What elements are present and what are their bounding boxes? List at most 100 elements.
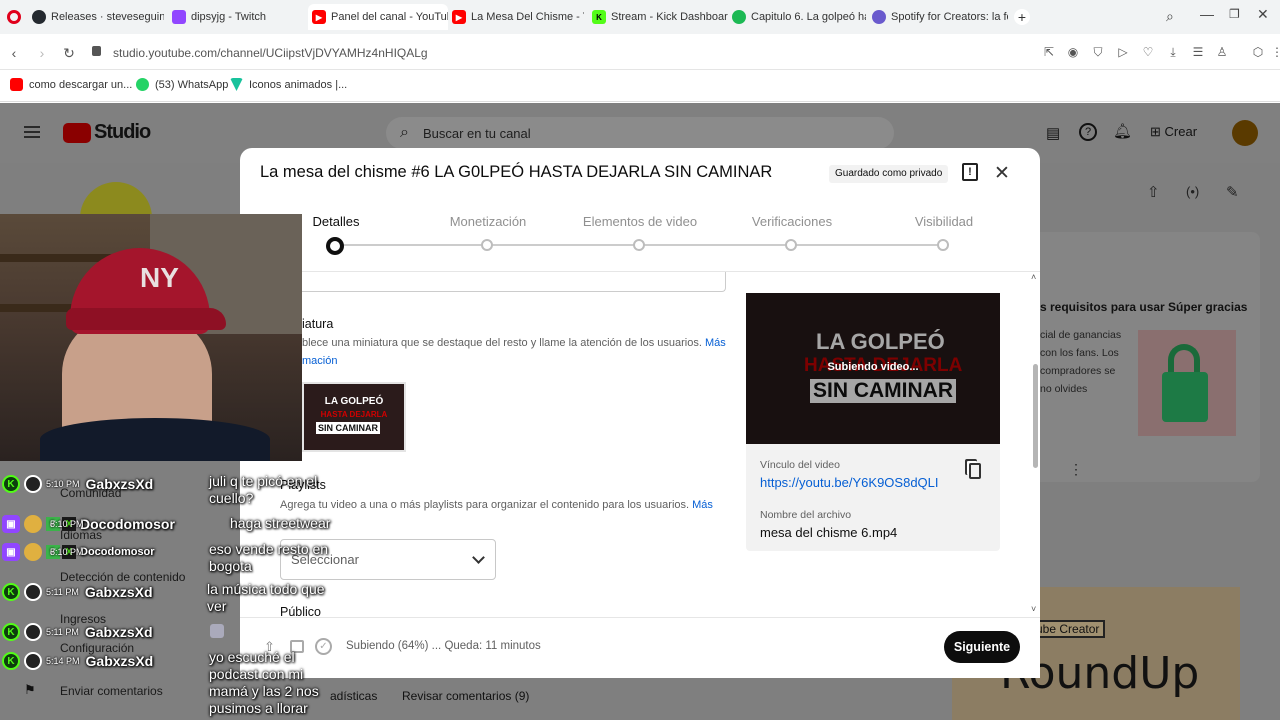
create-button[interactable]: ⊞ Crear <box>1150 124 1197 140</box>
profile-icon[interactable]: ♙ <box>1213 43 1231 61</box>
avatar-icon <box>24 623 42 641</box>
kick-icon: K <box>2 652 20 670</box>
upload-status-text: Subiendo (64%) ... Queda: 11 minutos <box>346 640 541 652</box>
report-issue-icon[interactable]: ! <box>962 163 978 181</box>
feedback-icon[interactable]: ▤ <box>1046 124 1060 142</box>
thumbnail-description: blece una miniatura que se destaque del … <box>302 337 726 349</box>
studio-search-input[interactable]: ⌕ Buscar en tu canal <box>386 117 894 149</box>
chat-message: ▣ ✓ X Docodomosor <box>2 514 175 534</box>
copy-icon[interactable] <box>969 463 981 479</box>
heart-icon[interactable]: ♡ <box>1139 43 1157 61</box>
more-options-icon[interactable]: ⋮ <box>1069 461 1083 478</box>
studio-logo[interactable]: Studio <box>63 121 151 144</box>
menu-icon[interactable]: ⋮ <box>1268 43 1280 61</box>
uploading-overlay-text: Subiendo video... <box>827 361 919 373</box>
thumbnail-option[interactable]: LA GOLPEÓ HASTA DEJARLA SIN CAMINAR <box>302 382 406 452</box>
webcam-overlay: NY <box>0 214 302 461</box>
spotify-creators-icon <box>872 10 886 24</box>
spotify-icon <box>732 10 746 24</box>
video-preview[interactable]: LA GOLPEÓ HASTA DEJARLA SIN CAMINAR Subi… <box>746 293 1000 444</box>
youtube-logo-icon <box>63 122 91 143</box>
download-icon[interactable]: ⤓ <box>1164 43 1182 61</box>
learn-more-link[interactable]: mación <box>302 355 337 367</box>
step-dot <box>633 239 645 251</box>
scrollbar-thumb[interactable] <box>1033 364 1038 468</box>
bookmark-item[interactable]: como descargar un... <box>10 78 132 91</box>
browser-tab-mesa-chisme[interactable]: ▶ La Mesa Del Chisme - You <box>448 4 584 30</box>
forward-icon[interactable]: › <box>32 43 52 63</box>
avatar[interactable] <box>1232 120 1258 146</box>
bg-tab-estadisticas[interactable]: adísticas <box>330 689 377 703</box>
minimize-icon[interactable]: — <box>1200 6 1214 22</box>
browser-tab-spotify-creators[interactable]: Spotify for Creators: la for <box>868 4 1008 30</box>
url-field[interactable]: studio.youtube.com/channel/UCiipstVjDVYA… <box>113 40 1053 66</box>
chat-text: haga streetwear <box>230 515 331 531</box>
github-icon <box>32 10 46 24</box>
step-elementos[interactable]: Elementos de video <box>570 214 710 229</box>
twitch-icon: ▣ <box>2 543 20 561</box>
sidebar-item-enviar-comentarios[interactable]: Enviar comentarios <box>60 684 163 698</box>
maximize-icon[interactable]: ❐ <box>1229 7 1240 21</box>
card-line: cial de ganancias <box>1040 329 1122 341</box>
filename-label: Nombre del archivo <box>760 509 852 521</box>
step-monetizacion[interactable]: Monetización <box>428 214 548 229</box>
card-line: no olvides <box>1040 383 1088 395</box>
description-field-bottom[interactable] <box>280 272 726 292</box>
bookmark-item[interactable]: Iconos animados |... <box>230 78 347 91</box>
avatar-icon <box>24 515 42 533</box>
share-icon[interactable]: ⇱ <box>1040 43 1058 61</box>
browser-tab-spotify[interactable]: Capitulo 6. La golpeó hast <box>728 4 866 30</box>
scroll-down-icon[interactable]: ˅ <box>1031 604 1036 614</box>
learn-more-link[interactable]: Más <box>705 337 726 349</box>
bg-tab-revisar-comentarios[interactable]: Revisar comentarios (9) <box>402 689 529 703</box>
back-icon[interactable]: ‹ <box>4 43 24 63</box>
step-verificaciones[interactable]: Verificaciones <box>732 214 852 229</box>
browser-tab-twitch[interactable]: dipsyjg - Twitch <box>168 4 304 30</box>
settings-sliders-icon[interactable]: ☰ <box>1189 43 1207 61</box>
card-line: con los fans. Los <box>1040 347 1119 359</box>
chat-text: eso vende resto en bogota <box>209 541 329 574</box>
close-window-icon[interactable]: ✕ <box>1257 6 1269 23</box>
live-icon[interactable]: (•) <box>1186 184 1199 199</box>
notifications-icon[interactable]: 🔔︎ <box>1113 122 1132 140</box>
new-tab-button[interactable]: + <box>1014 9 1030 25</box>
browser-tab-kick[interactable]: K Stream - Kick Dashboard <box>588 4 728 30</box>
chevron-down-icon <box>472 551 485 564</box>
learn-more-link[interactable]: Más <box>692 499 713 511</box>
browser-tab-github[interactable]: Releases · steveseguin/soc <box>28 4 164 30</box>
scroll-up-icon[interactable]: ˄ <box>1031 272 1036 282</box>
hamburger-icon[interactable] <box>24 126 40 138</box>
kick-icon: K <box>2 583 20 601</box>
shield-icon[interactable]: ⛉ <box>1089 43 1107 61</box>
step-visibilidad[interactable]: Visibilidad <box>884 214 1004 229</box>
emote-icon <box>210 624 224 638</box>
vuesax-icon <box>230 78 243 91</box>
avatar-icon <box>24 475 42 493</box>
scrollbar-track[interactable]: ˄ ˅ <box>1030 270 1040 618</box>
chat-text: yo escuché el podcast con mi mamá y las … <box>209 649 319 716</box>
opera-logo-icon[interactable] <box>7 10 21 24</box>
chat-message: K 5:11 PM GabxzsXd <box>2 582 153 602</box>
edit-icon[interactable]: ✎ <box>1226 183 1239 201</box>
youtube-icon: ▶ <box>312 10 326 24</box>
chat-message: K 5:14 PM GabxzsXd <box>2 651 153 671</box>
create-icon: ⊞ <box>1150 124 1161 139</box>
thumbnail-heading: iatura <box>302 317 334 331</box>
step-dot <box>481 239 493 251</box>
video-link[interactable]: https://youtu.be/Y6K9OS8dQLI <box>760 475 939 490</box>
chat-message: K 5:11 PM GabxzsXd <box>2 622 153 642</box>
next-button[interactable]: Siguiente <box>944 631 1020 663</box>
bookmark-item[interactable]: (53) WhatsApp <box>136 78 228 91</box>
play-icon[interactable]: ▷ <box>1114 43 1132 61</box>
help-icon[interactable]: ? <box>1079 123 1097 141</box>
video-link-label: Vínculo del video <box>760 459 840 471</box>
tab-search-icon[interactable]: ⌕ <box>1166 8 1174 25</box>
reload-icon[interactable]: ↻ <box>59 43 79 63</box>
upload-icon[interactable]: ⇧ <box>1147 183 1160 201</box>
camera-icon[interactable]: ◉ <box>1064 43 1082 61</box>
chat-text: juli q te picó en el cuello? <box>209 473 318 506</box>
cap-logo-icon: NY <box>140 262 179 293</box>
close-icon[interactable]: ✕ <box>994 162 1010 185</box>
extensions-icon[interactable]: ⬡ <box>1249 43 1267 61</box>
browser-tab-youtube-studio[interactable]: ▶ Panel del canal - YouTube <box>308 4 448 30</box>
